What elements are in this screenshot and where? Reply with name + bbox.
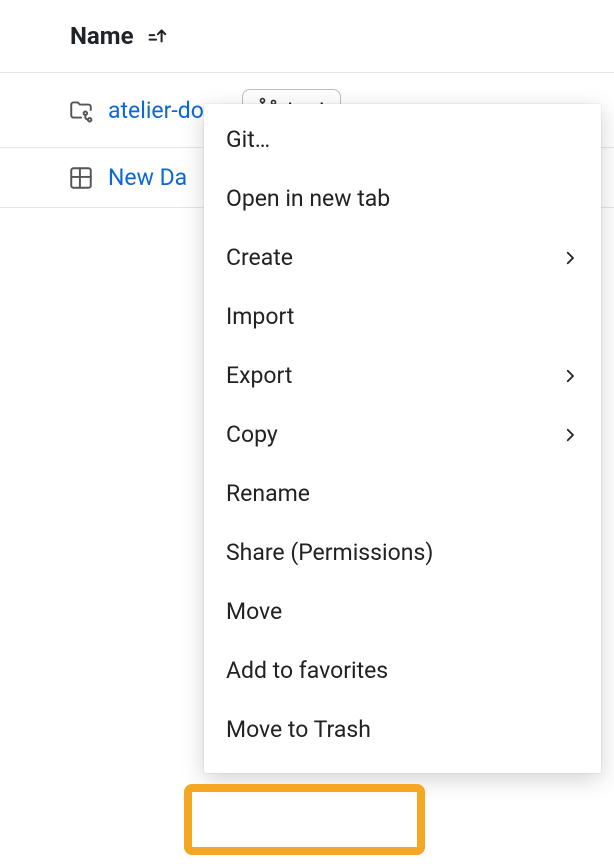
menu-item-label: Move <box>226 598 282 625</box>
menu-item-label: Share (Permissions) <box>226 539 433 566</box>
column-header-title: Name <box>70 22 134 50</box>
menu-item-label: Git… <box>226 126 270 153</box>
git-folder-icon <box>68 97 94 123</box>
file-row-link[interactable]: New Da <box>108 164 187 191</box>
menu-item-label: Create <box>226 244 293 271</box>
menu-item-rename[interactable]: Rename <box>204 464 601 523</box>
menu-item-copy[interactable]: Copy <box>204 405 601 464</box>
menu-item-move[interactable]: Move <box>204 582 601 641</box>
notebook-icon <box>68 165 94 191</box>
chevron-right-icon <box>561 367 579 385</box>
menu-item-label: Add to favorites <box>226 657 388 684</box>
menu-item-move-to-trash[interactable]: Move to Trash <box>204 700 601 759</box>
menu-item-open-new-tab[interactable]: Open in new tab <box>204 169 601 228</box>
menu-item-export[interactable]: Export <box>204 346 601 405</box>
menu-item-import[interactable]: Import <box>204 287 601 346</box>
menu-item-label: Move to Trash <box>226 716 371 743</box>
chevron-right-icon <box>561 426 579 444</box>
menu-item-git[interactable]: Git… <box>204 110 601 169</box>
menu-item-label: Import <box>226 303 294 330</box>
context-menu: Git… Open in new tab Create Import Expor… <box>204 104 601 773</box>
menu-item-label: Open in new tab <box>226 185 390 212</box>
chevron-right-icon <box>561 249 579 267</box>
menu-item-label: Copy <box>226 421 278 448</box>
menu-item-label: Rename <box>226 480 310 507</box>
annotation-highlight <box>184 784 425 855</box>
menu-item-create[interactable]: Create <box>204 228 601 287</box>
sort-icon[interactable] <box>146 25 168 47</box>
menu-item-label: Export <box>226 362 292 389</box>
menu-item-share[interactable]: Share (Permissions) <box>204 523 601 582</box>
column-header[interactable]: Name <box>0 0 614 73</box>
menu-item-add-favorites[interactable]: Add to favorites <box>204 641 601 700</box>
